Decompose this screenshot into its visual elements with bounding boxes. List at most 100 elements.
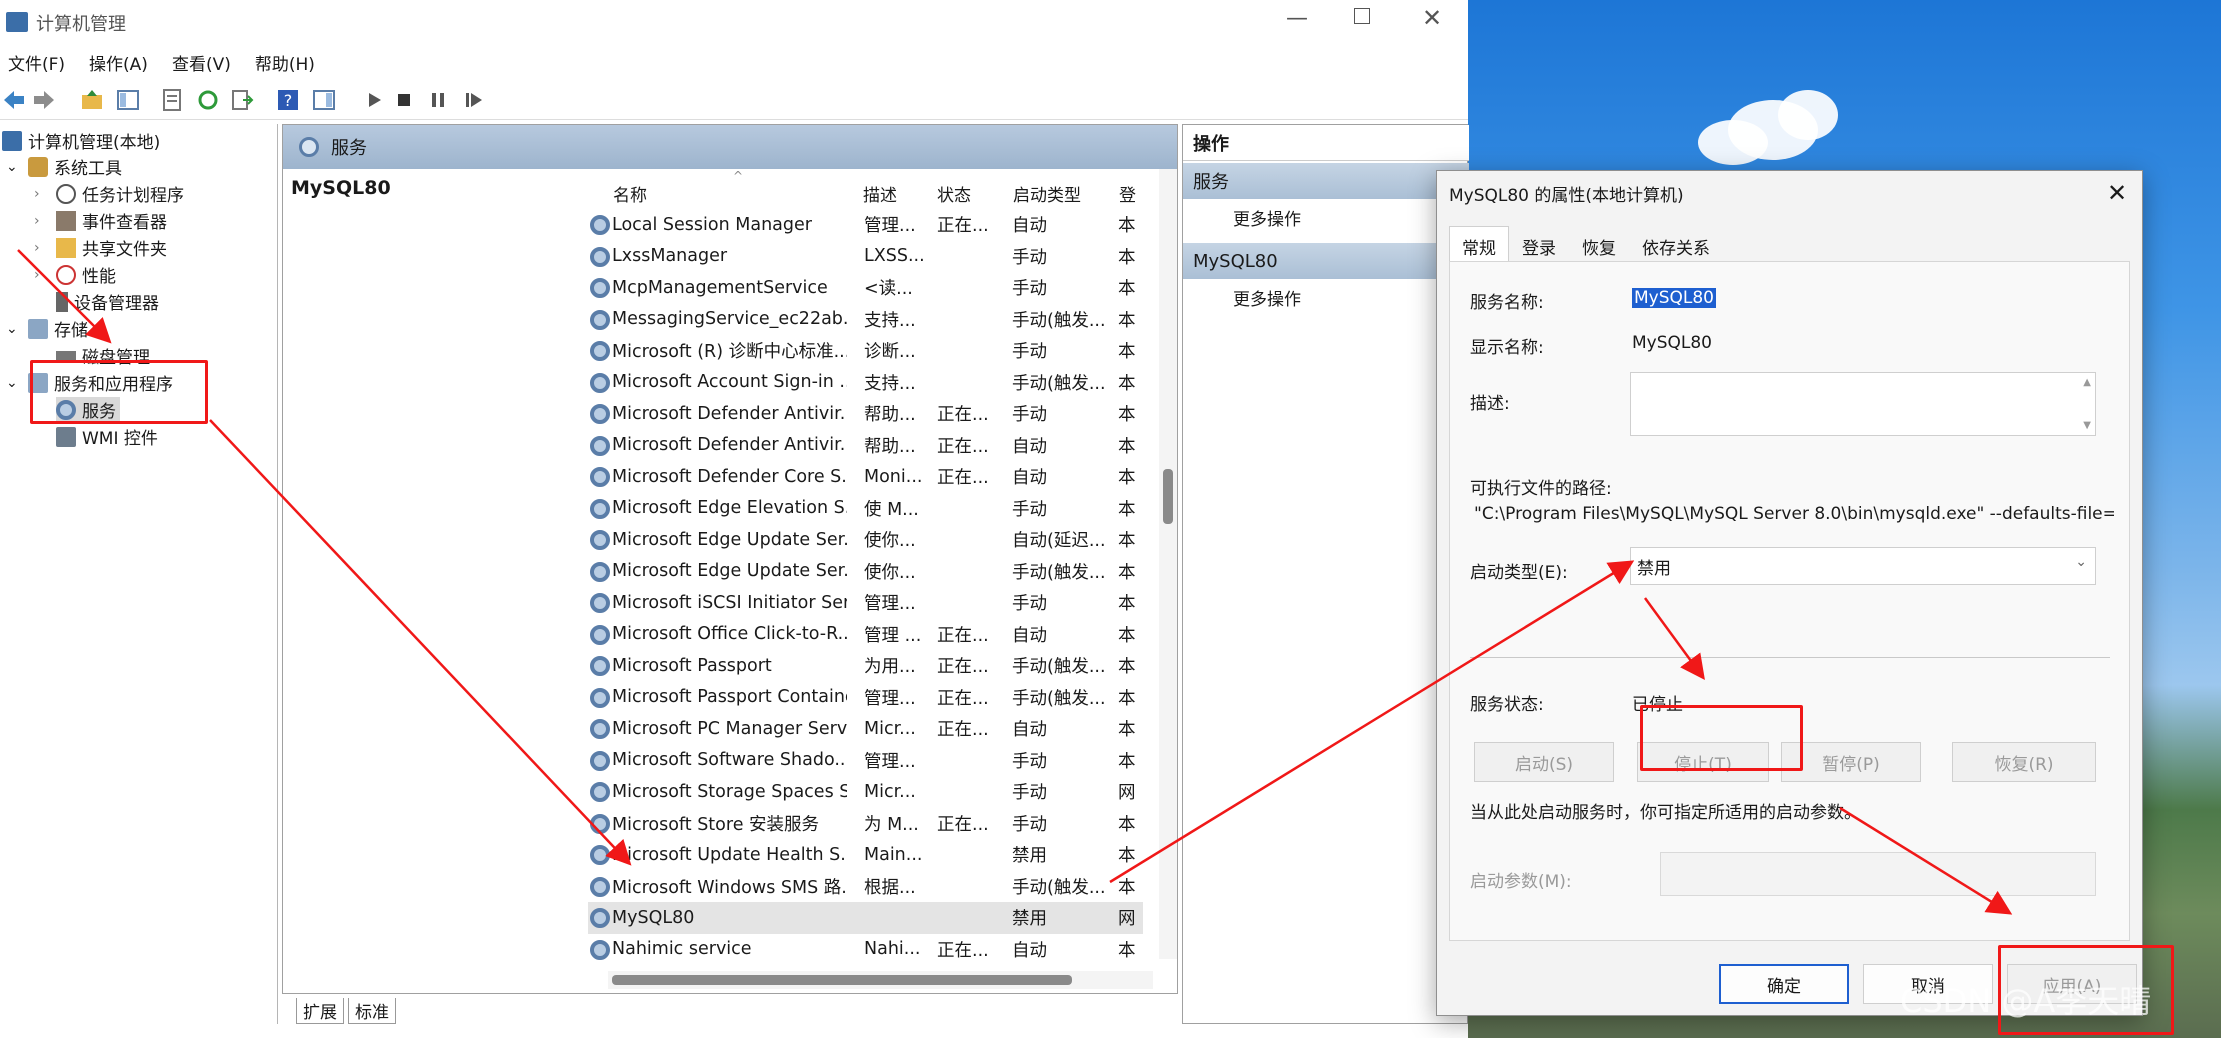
up-folder-icon[interactable] — [80, 88, 104, 112]
resume-button[interactable]: 恢复(R) — [1952, 742, 2096, 782]
chevron-down-icon[interactable]: ⌄ — [2075, 554, 2087, 570]
chevron-down-icon[interactable]: ⌄ — [6, 321, 22, 337]
chevron-down-icon[interactable]: ⌄ — [6, 159, 22, 175]
startup-type-select[interactable]: 禁用 ⌄ — [1630, 547, 2096, 585]
status-cell: 正在... — [937, 720, 987, 741]
start-button[interactable]: 启动(S) — [1474, 742, 1614, 782]
table-row[interactable]: Microsoft Edge Elevation S... 使 M... 手动 本 — [588, 493, 1143, 525]
tree-item-wmi-control[interactable]: WMI 控件 — [56, 424, 158, 449]
actions-section-services[interactable]: 服务 — [1183, 163, 1469, 199]
tree-item-device-manager[interactable]: 设备管理器 — [56, 289, 159, 314]
properties-icon[interactable] — [160, 88, 184, 112]
scroll-thumb[interactable] — [1163, 469, 1173, 524]
more-actions-link[interactable]: 更多操作 — [1233, 285, 1301, 310]
close-icon[interactable]: ✕ — [2102, 179, 2132, 207]
column-description[interactable]: 描述 — [863, 181, 897, 206]
table-row[interactable]: Microsoft iSCSI Initiator Ser... 管理... 手动 本 — [588, 587, 1143, 619]
table-row[interactable]: Microsoft (R) 诊断中心标准... 诊断... 手动 本 — [588, 335, 1143, 367]
menu-file[interactable]: 文件(F) — [8, 50, 65, 75]
column-status[interactable]: 状态 — [937, 181, 971, 206]
show-hide-tree-icon[interactable] — [116, 88, 140, 112]
table-row[interactable]: Microsoft Passport 为用... 正在... 手动(触发... 本 — [588, 650, 1143, 682]
maximize-icon[interactable] — [1354, 8, 1370, 24]
logon-cell: 本 — [1118, 499, 1136, 520]
tree-item-storage[interactable]: ⌄ 存储 — [6, 316, 88, 341]
table-row[interactable]: Microsoft Windows SMS 路... 根据... 手动(触发... 本 — [588, 871, 1143, 903]
more-actions-link[interactable]: 更多操作 — [1233, 205, 1301, 230]
table-row[interactable]: MessagingService_ec22ab... 支持... 手动(触发... 本 — [588, 304, 1143, 336]
gear-icon — [590, 530, 610, 550]
chevron-right-icon[interactable]: › — [34, 213, 50, 229]
scroll-up-icon[interactable]: ▲ — [2083, 377, 2091, 388]
tab-extended[interactable]: 扩展 — [296, 998, 344, 1024]
table-row[interactable]: Microsoft Passport Container 管理... 正在... 手动… — [588, 682, 1143, 714]
menu-view[interactable]: 查看(V) — [172, 50, 231, 75]
table-row[interactable]: Microsoft Office Click-to-R... 管理 ... 正在..… — [588, 619, 1143, 651]
show-action-pane-icon[interactable] — [312, 88, 336, 112]
tab-dependencies[interactable]: 依存关系 — [1629, 226, 1723, 262]
table-row[interactable]: Microsoft Storage Spaces S... Micr... 手动 网 — [588, 776, 1143, 808]
refresh-icon[interactable] — [196, 88, 220, 112]
scroll-thumb[interactable] — [612, 975, 1072, 985]
tree-item-task-scheduler[interactable]: › 任务计划程序 — [34, 181, 184, 206]
ok-button[interactable]: 确定 — [1719, 964, 1849, 1004]
storage-icon — [28, 318, 48, 339]
description-cell: 支持... — [864, 310, 916, 331]
forward-icon[interactable] — [32, 88, 56, 112]
chevron-right-icon[interactable]: › — [34, 240, 50, 256]
tree-item-system-tools[interactable]: ⌄ 系统工具 — [6, 154, 122, 179]
table-row[interactable]: MySQL80 禁用 网 — [588, 902, 1143, 934]
table-row[interactable]: Microsoft Store 安装服务 为 M... 正在... 手动 本 — [588, 808, 1143, 840]
vertical-scrollbar[interactable] — [1159, 169, 1177, 959]
table-row[interactable]: LxssManager LXSS... 手动 本 — [588, 241, 1143, 273]
tab-logon[interactable]: 登录 — [1509, 226, 1569, 262]
tree-item-event-viewer[interactable]: › 事件查看器 — [34, 208, 167, 233]
menu-help[interactable]: 帮助(H) — [255, 50, 315, 75]
minimize-icon[interactable]: — — [1286, 6, 1308, 31]
back-icon[interactable] — [2, 88, 26, 112]
restart-service-icon[interactable] — [462, 88, 486, 112]
description-field[interactable]: ▲ ▼ — [1630, 372, 2096, 436]
table-row[interactable]: Microsoft Edge Update Ser... 使你... 手动(触发..… — [588, 556, 1143, 588]
start-params-input[interactable] — [1660, 852, 2096, 896]
tab-standard[interactable]: 标准 — [348, 998, 396, 1024]
table-row[interactable]: Microsoft Edge Update Ser... 使你... 自动(延迟..… — [588, 524, 1143, 556]
help-icon[interactable]: ? — [276, 88, 300, 112]
actions-section-mysql80[interactable]: MySQL80 — [1183, 243, 1469, 279]
column-name[interactable]: 名称 — [613, 181, 647, 206]
table-row[interactable]: Microsoft Update Health S... Main... 禁用 本 — [588, 839, 1143, 871]
table-row[interactable]: Local Session Manager 管理... 正在... 自动 本 — [588, 209, 1143, 241]
table-row[interactable]: Microsoft Defender Antivir... 帮助... 正在... 自… — [588, 430, 1143, 462]
export-list-icon[interactable] — [230, 88, 254, 112]
chevron-right-icon[interactable]: › — [34, 186, 50, 202]
services-pane: 服务 MySQL80 名称 ^ 描述 状态 启动类型 登 Local Sessi… — [282, 124, 1178, 994]
close-icon[interactable]: ✕ — [1422, 4, 1442, 32]
tab-general[interactable]: 常规 — [1449, 226, 1509, 262]
table-row[interactable]: Microsoft Software Shado... 管理... 手动 本 — [588, 745, 1143, 777]
dialog-title: MySQL80 的属性(本地计算机) — [1449, 185, 1684, 206]
table-row[interactable]: Nahimic service Nahi... 正在... 自动 本 — [588, 934, 1143, 966]
chevron-right-icon[interactable]: › — [34, 267, 50, 283]
stop-service-icon[interactable] — [392, 88, 416, 112]
table-row[interactable]: McpManagementService <读... 手动 本 — [588, 272, 1143, 304]
service-name-value[interactable]: MySQL80 — [1632, 288, 1717, 308]
table-row[interactable]: Microsoft PC Manager Serv... Micr... 正在...… — [588, 713, 1143, 745]
menu-action[interactable]: 操作(A) — [89, 50, 148, 75]
start-service-icon[interactable] — [362, 88, 386, 112]
chevron-down-icon[interactable]: ⌄ — [6, 375, 22, 391]
column-logon[interactable]: 登 — [1119, 181, 1136, 206]
table-row[interactable]: Microsoft Account Sign-in ... 支持... 手动(触发.… — [588, 367, 1143, 399]
horizontal-scrollbar[interactable] — [608, 971, 1153, 989]
tree-item-computer-management[interactable]: 计算机管理(本地) — [2, 128, 160, 153]
tab-recovery[interactable]: 恢复 — [1569, 226, 1629, 262]
table-row[interactable]: Microsoft Defender Core S... Moni... 正在...… — [588, 461, 1143, 493]
executable-path-value[interactable]: "C:\Program Files\MySQL\MySQL Server 8.0… — [1474, 504, 2114, 524]
scroll-down-icon[interactable]: ▼ — [2083, 420, 2091, 431]
gear-icon — [299, 137, 319, 157]
column-startup-type[interactable]: 启动类型 — [1013, 181, 1081, 206]
display-name-value[interactable]: MySQL80 — [1632, 333, 1712, 353]
tree-item-performance[interactable]: › 性能 — [34, 262, 116, 287]
tree-item-shared-folders[interactable]: › 共享文件夹 — [34, 235, 167, 260]
table-row[interactable]: Microsoft Defender Antivir... 帮助... 正在... 手… — [588, 398, 1143, 430]
pause-service-icon[interactable] — [426, 88, 450, 112]
